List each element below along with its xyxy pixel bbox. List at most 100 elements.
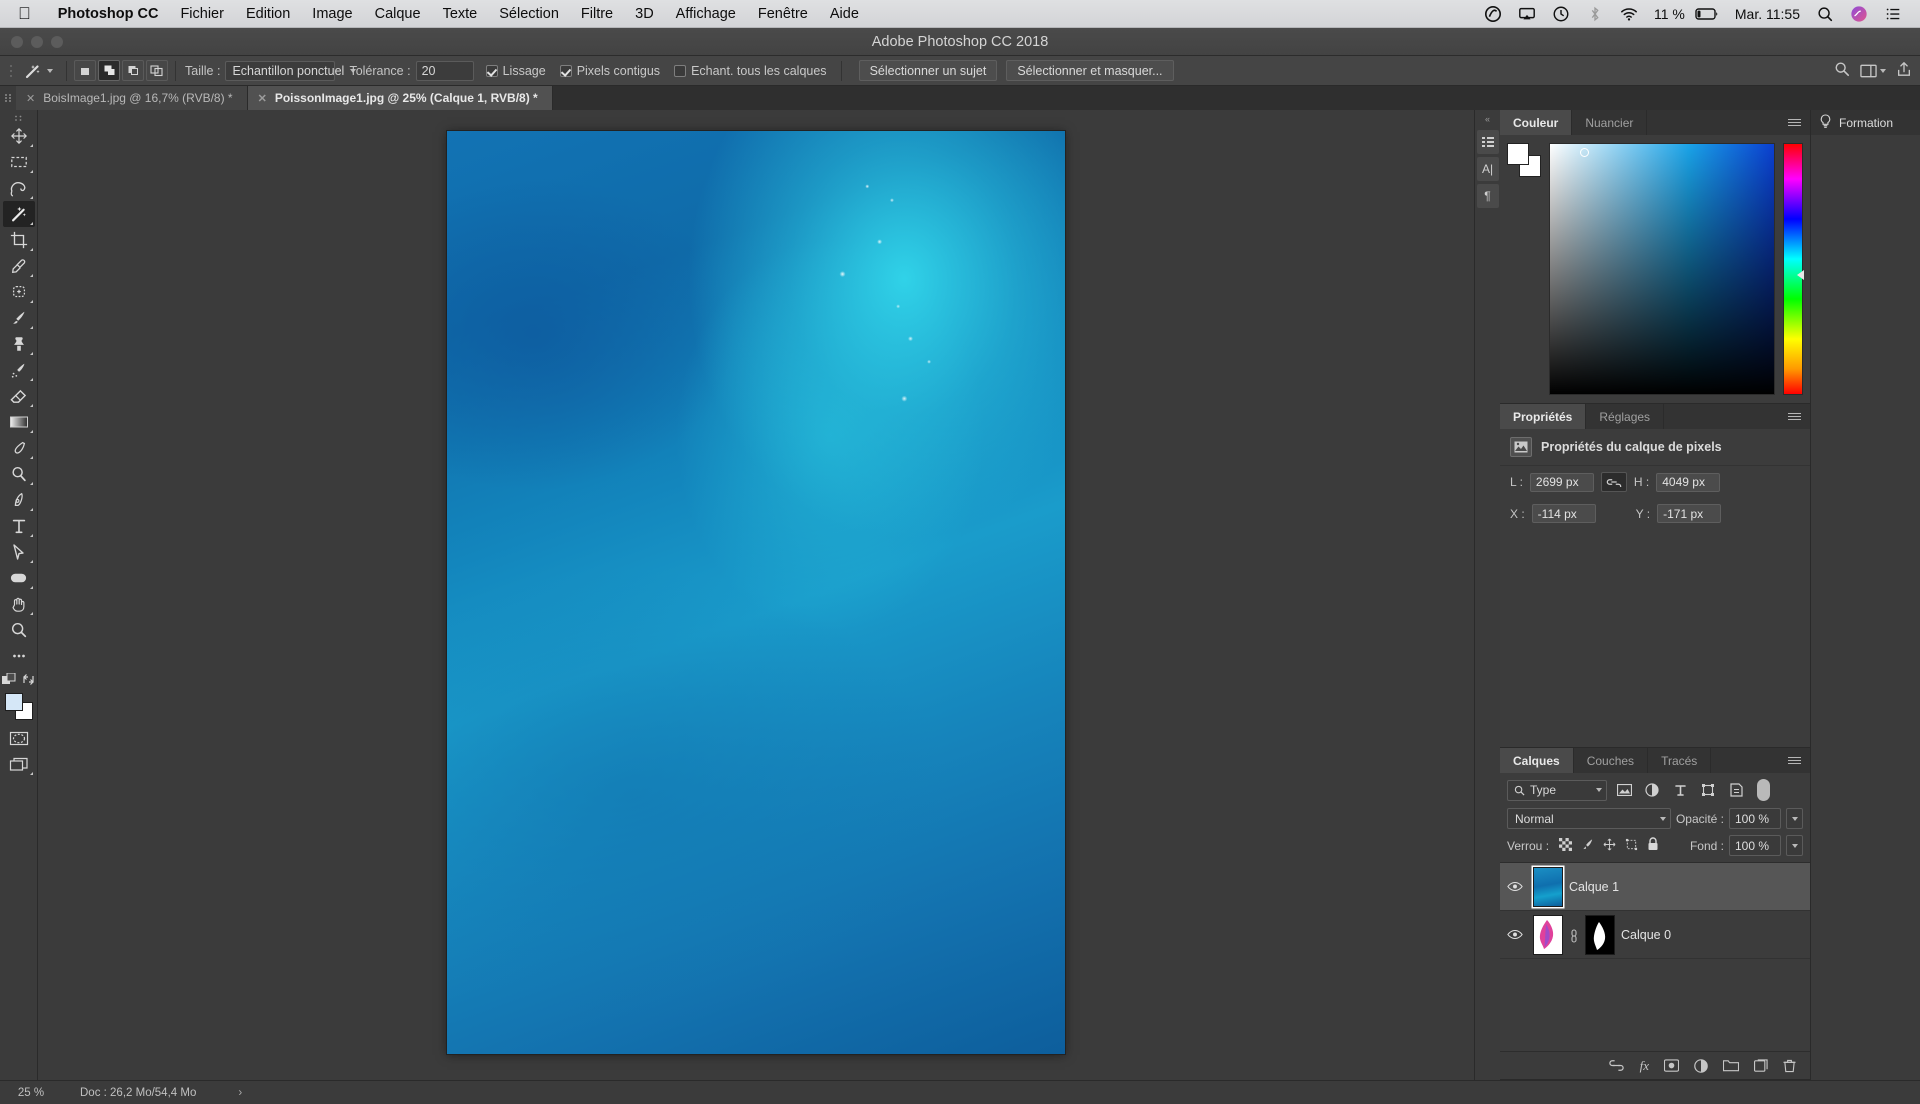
tool-expand-indicator[interactable]: [29, 430, 33, 433]
all-layers-checkbox[interactable]: Echant. tous les calques: [674, 64, 827, 78]
document-tab-poissonimage[interactable]: ✕ PoissonImage1.jpg @ 25% (Calque 1, RVB…: [247, 86, 553, 110]
contiguous-checkbox[interactable]: Pixels contigus: [559, 64, 660, 78]
notification-center-icon[interactable]: [1876, 5, 1910, 23]
blend-mode-select[interactable]: Normal: [1507, 808, 1671, 829]
height-input[interactable]: 4049 px: [1656, 472, 1721, 492]
panel-menu-icon[interactable]: [1779, 110, 1810, 135]
search-icon[interactable]: [1808, 5, 1842, 23]
tab-calques[interactable]: Calques: [1500, 748, 1574, 773]
lock-transparency-icon[interactable]: [1559, 837, 1573, 854]
formation-panel-header[interactable]: Formation: [1811, 110, 1920, 135]
shape-filter-icon[interactable]: [1697, 780, 1719, 801]
tab-couleur[interactable]: Couleur: [1500, 110, 1573, 135]
checkbox-box[interactable]: [485, 64, 498, 77]
swap-colors-icon[interactable]: [22, 673, 35, 690]
pixel-filter-icon[interactable]: [1613, 780, 1635, 801]
tool-expand-indicator[interactable]: [29, 378, 33, 381]
tool-preset-picker[interactable]: [16, 61, 59, 81]
share-icon[interactable]: [1896, 61, 1912, 80]
menu-fenetre[interactable]: Fenêtre: [747, 6, 819, 22]
layer-thumbnail[interactable]: [1533, 866, 1563, 907]
chevron-down-icon[interactable]: [1791, 843, 1798, 848]
chevron-down-icon[interactable]: [1659, 816, 1666, 821]
rectangle-tool[interactable]: [3, 565, 35, 591]
dodge-tool[interactable]: [3, 461, 35, 487]
select-and-mask-button[interactable]: Sélectionner et masquer...: [1006, 60, 1174, 81]
menu-aide[interactable]: Aide: [819, 6, 870, 22]
layer-visibility-toggle[interactable]: [1503, 929, 1527, 940]
adjustment-layer-icon[interactable]: [1694, 1058, 1708, 1073]
menu-affichage[interactable]: Affichage: [665, 6, 747, 22]
hand-tool[interactable]: [3, 591, 35, 617]
tool-expand-indicator[interactable]: [29, 352, 33, 355]
tool-expand-indicator[interactable]: [29, 404, 33, 407]
new-group-icon[interactable]: [1723, 1059, 1739, 1072]
history-brush-tool[interactable]: [3, 357, 35, 383]
close-icon[interactable]: ✕: [258, 92, 267, 105]
y-input[interactable]: -171 px: [1657, 504, 1722, 523]
menu-calque[interactable]: Calque: [364, 6, 432, 22]
panel-menu-icon[interactable]: [1779, 404, 1810, 429]
filter-enable-toggle[interactable]: [1757, 779, 1770, 801]
options-bar-grip[interactable]: [6, 61, 16, 81]
smart-object-filter-icon[interactable]: [1725, 780, 1747, 801]
layer-row-calque-1[interactable]: Calque 1: [1500, 863, 1810, 911]
layer-name[interactable]: Calque 1: [1569, 880, 1619, 894]
tab-couches[interactable]: Couches: [1573, 748, 1649, 773]
hue-slider-handle[interactable]: [1797, 270, 1804, 280]
brush-tool[interactable]: [3, 305, 35, 331]
default-colors-icon[interactable]: [2, 672, 16, 690]
menu-app-name[interactable]: Photoshop CC: [47, 6, 170, 22]
zoom-tool[interactable]: [3, 617, 35, 643]
new-selection-button[interactable]: [74, 60, 96, 81]
tool-expand-indicator[interactable]: [29, 612, 33, 615]
width-input[interactable]: 2699 px: [1529, 472, 1594, 492]
tab-reglages[interactable]: Réglages: [1586, 404, 1665, 429]
link-layers-icon[interactable]: [1608, 1060, 1625, 1071]
type-tool[interactable]: [3, 513, 35, 539]
airplay-icon[interactable]: [1510, 5, 1544, 23]
path-selection-tool[interactable]: [3, 539, 35, 565]
tool-expand-indicator[interactable]: [29, 560, 33, 563]
clone-stamp-tool[interactable]: [3, 331, 35, 357]
tab-nuancier[interactable]: Nuancier: [1572, 110, 1648, 135]
eraser-tool[interactable]: [3, 383, 35, 409]
tool-expand-indicator[interactable]: [29, 482, 33, 485]
checkbox-box[interactable]: [674, 64, 687, 77]
menubar-clock[interactable]: Mar. 11:55: [1727, 6, 1808, 22]
workspace-switcher[interactable]: [1860, 64, 1886, 78]
spot-healing-brush-tool[interactable]: [3, 279, 35, 305]
tool-expand-indicator[interactable]: [29, 248, 33, 251]
search-icon[interactable]: [1834, 61, 1850, 80]
tool-expand-indicator[interactable]: [29, 534, 33, 537]
rectangular-marquee-tool[interactable]: [3, 149, 35, 175]
eyedropper-tool[interactable]: [3, 253, 35, 279]
select-subject-button[interactable]: Sélectionner un sujet: [858, 60, 998, 81]
tab-traces[interactable]: Tracés: [1648, 748, 1712, 773]
edit-toolbar-button[interactable]: [3, 643, 35, 669]
tool-expand-indicator[interactable]: [29, 274, 33, 277]
battery-icon[interactable]: [1693, 5, 1727, 23]
crop-tool[interactable]: [3, 227, 35, 253]
layer-visibility-toggle[interactable]: [1503, 881, 1527, 892]
hue-slider[interactable]: [1783, 143, 1804, 395]
wifi-icon[interactable]: [1612, 5, 1646, 23]
new-layer-icon[interactable]: [1754, 1058, 1768, 1073]
move-tool[interactable]: [3, 123, 35, 149]
expand-panels-icon[interactable]: «: [1485, 114, 1490, 124]
subtract-from-selection-button[interactable]: [122, 60, 144, 81]
layer-row-calque-0[interactable]: Calque 0: [1500, 911, 1810, 959]
tool-expand-indicator[interactable]: [29, 222, 33, 225]
opacity-stepper[interactable]: [1786, 808, 1803, 829]
menu-texte[interactable]: Texte: [432, 6, 489, 22]
layer-filter-type-select[interactable]: Type: [1507, 779, 1607, 801]
pen-tool[interactable]: [3, 487, 35, 513]
tab-proprietes[interactable]: Propriétés: [1500, 404, 1587, 429]
layer-mask-thumbnail[interactable]: [1585, 914, 1615, 955]
adjustment-filter-icon[interactable]: [1641, 780, 1663, 801]
magic-wand-tool[interactable]: [2, 201, 35, 227]
toolbar-grip[interactable]: [14, 113, 23, 123]
chevron-down-icon[interactable]: [1596, 788, 1602, 792]
add-to-selection-button[interactable]: [98, 60, 120, 81]
lock-position-icon[interactable]: [1603, 838, 1616, 854]
